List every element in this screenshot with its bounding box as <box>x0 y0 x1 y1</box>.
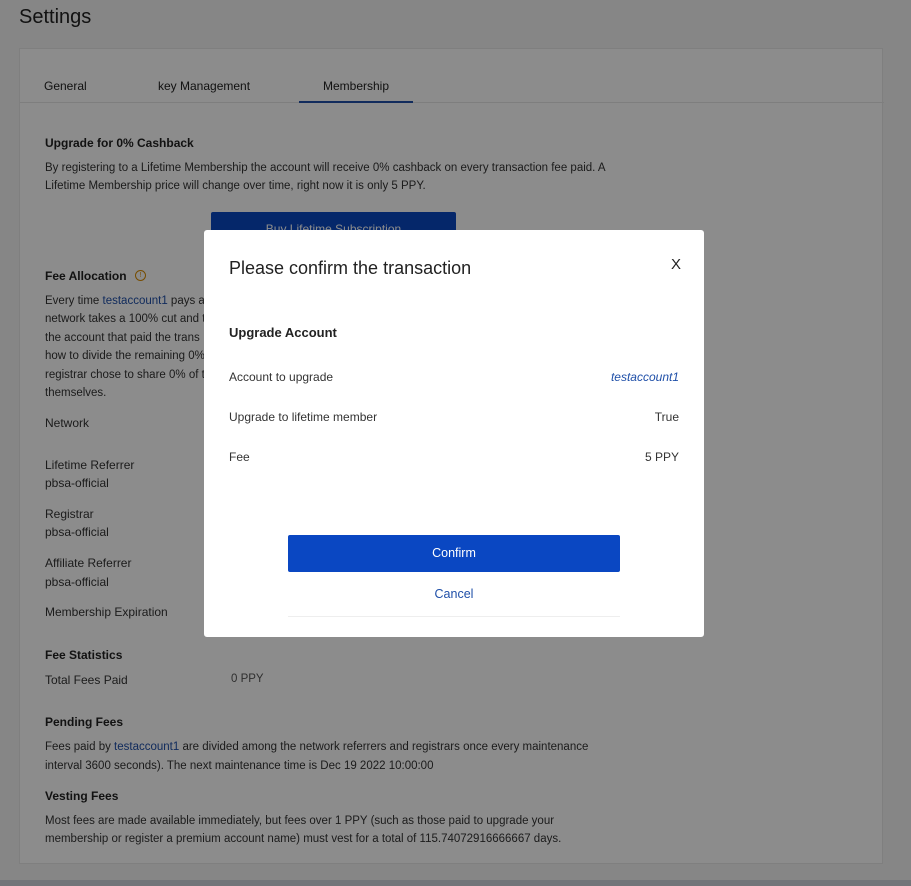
row-label-fee: Fee <box>229 450 250 464</box>
confirm-button[interactable]: Confirm <box>288 535 620 572</box>
row-label-lifetime: Upgrade to lifetime member <box>229 410 378 424</box>
modal-title: Please confirm the transaction <box>229 258 472 278</box>
row-label-account: Account to upgrade <box>229 370 334 384</box>
row-value-lifetime: True <box>654 410 679 424</box>
close-icon[interactable]: X <box>671 256 681 273</box>
row-value-account[interactable]: testaccount1 <box>611 370 679 384</box>
modal-subtitle: Upgrade Account <box>229 325 337 340</box>
confirm-transaction-modal: Please confirm the transaction X Upgrade… <box>204 230 704 637</box>
cancel-button[interactable]: Cancel <box>288 587 620 617</box>
row-value-fee: 5 PPY <box>644 450 679 464</box>
